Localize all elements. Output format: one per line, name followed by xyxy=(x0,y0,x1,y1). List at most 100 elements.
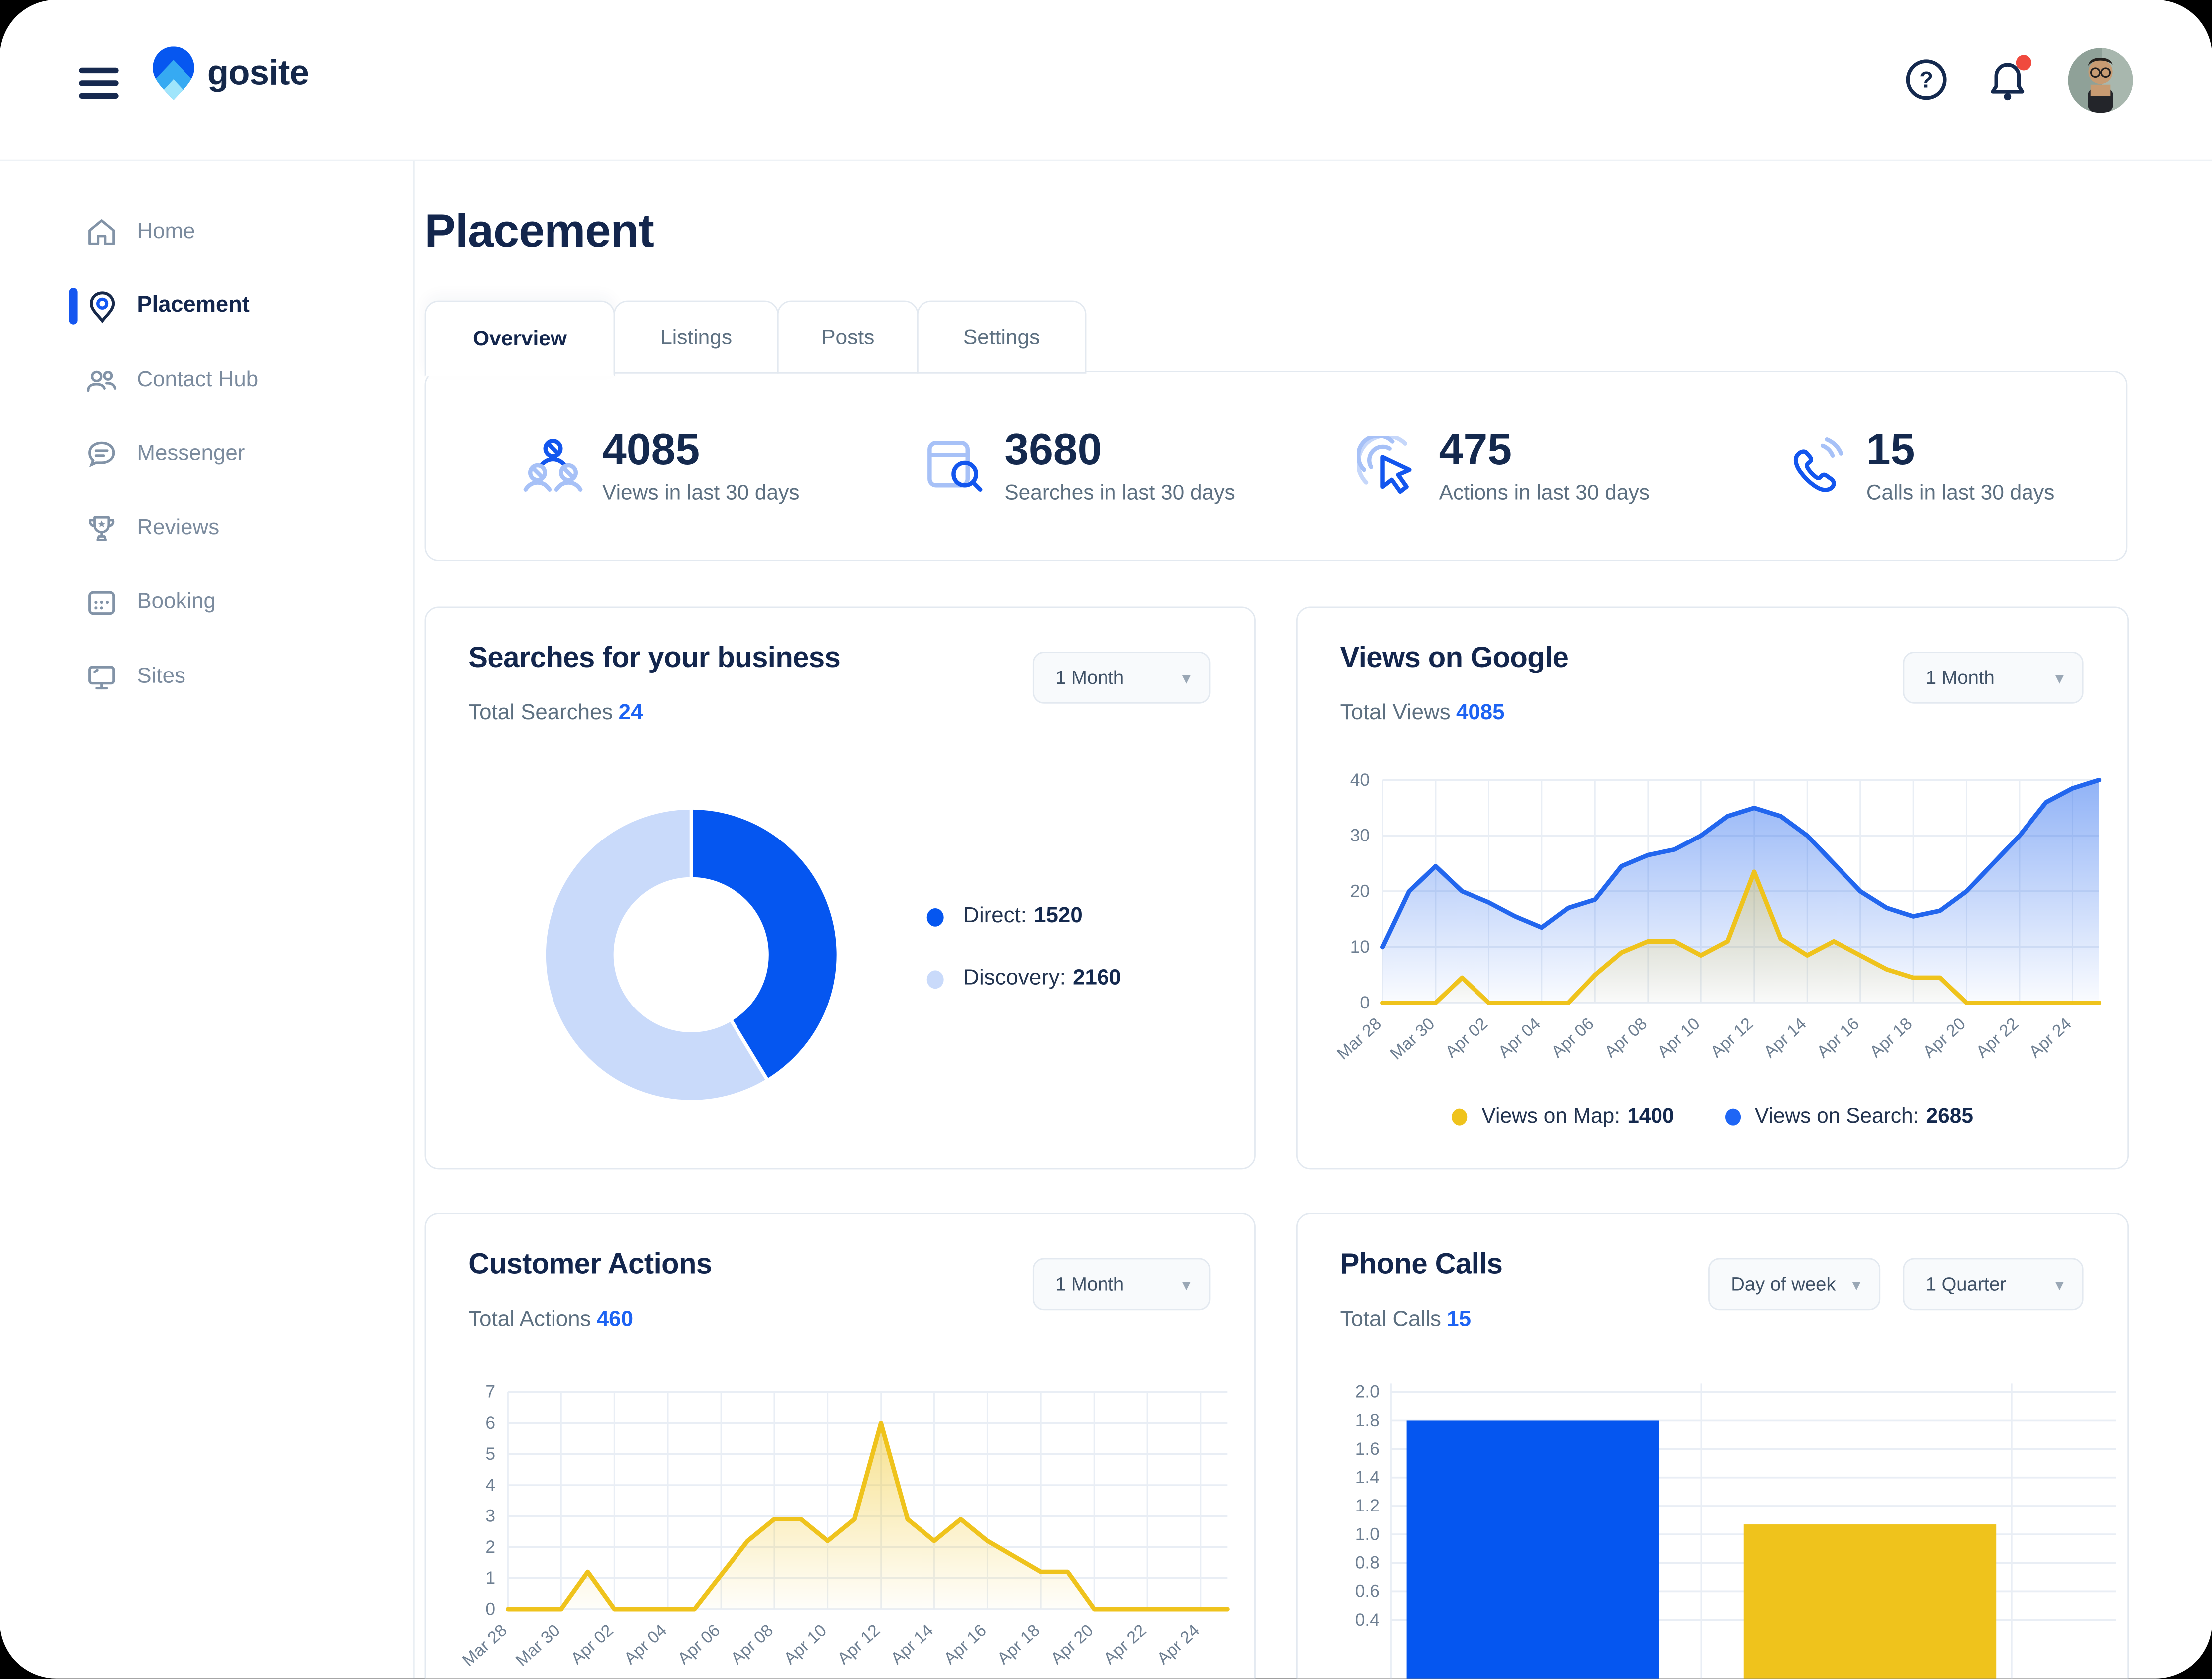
day-of-week-select[interactable]: Day of week▾ xyxy=(1708,1258,1880,1311)
actions-area-chart: 01234567Mar 28Mar 30Apr 02Apr 04Apr 06Ap… xyxy=(460,1366,1244,1678)
chevron-down-icon: ▾ xyxy=(1182,1274,1191,1294)
sidebar-item-reviews[interactable]: Reviews xyxy=(0,500,413,559)
svg-text:Apr 08: Apr 08 xyxy=(727,1621,777,1668)
user-avatar[interactable] xyxy=(2068,47,2133,112)
svg-text:1.2: 1.2 xyxy=(1355,1496,1380,1515)
card-title: Phone Calls xyxy=(1340,1248,1503,1282)
tab-posts[interactable]: Posts xyxy=(777,301,919,374)
listing-search-icon xyxy=(922,435,987,497)
group-icon xyxy=(521,435,585,497)
tab-settings[interactable]: Settings xyxy=(917,301,1086,374)
svg-text:4: 4 xyxy=(485,1475,495,1495)
sidebar-item-messenger[interactable]: Messenger xyxy=(0,425,413,484)
legend-dot-discovery xyxy=(927,970,944,988)
svg-text:40: 40 xyxy=(1350,770,1370,790)
svg-text:Apr 22: Apr 22 xyxy=(1101,1621,1150,1668)
svg-text:2: 2 xyxy=(485,1537,495,1557)
top-bar: gosite ? xyxy=(0,0,2212,161)
sidebar-item-contact-hub[interactable]: Contact Hub xyxy=(0,351,413,410)
stat-label: Calls in last 30 days xyxy=(1866,481,2054,504)
total-calls: Total Calls15 xyxy=(1340,1308,1471,1333)
calendar-icon xyxy=(85,585,119,619)
gosite-pin-icon xyxy=(153,46,195,100)
legend-dot-search xyxy=(1725,1108,1740,1125)
svg-text:10: 10 xyxy=(1350,937,1370,957)
svg-text:Apr 24: Apr 24 xyxy=(1153,1621,1203,1668)
sidebar-item-booking[interactable]: Booking xyxy=(0,573,413,632)
svg-text:30: 30 xyxy=(1350,826,1370,845)
stat-calls: 15 Calls in last 30 days xyxy=(1785,372,2055,560)
quarter-select[interactable]: 1 Quarter▾ xyxy=(1903,1258,2083,1311)
svg-text:1.8: 1.8 xyxy=(1355,1411,1380,1430)
sidebar-item-sites[interactable]: Sites xyxy=(0,648,413,707)
svg-text:0.8: 0.8 xyxy=(1355,1553,1380,1573)
svg-text:Apr 16: Apr 16 xyxy=(940,1621,990,1668)
brand-name: gosite xyxy=(207,53,309,94)
period-select[interactable]: 1 Month▾ xyxy=(1903,652,2083,704)
home-icon xyxy=(85,216,119,250)
brand-logo[interactable]: gosite xyxy=(153,46,309,100)
sidebar-item-placement[interactable]: Placement xyxy=(0,277,413,336)
svg-text:Apr 08: Apr 08 xyxy=(1601,1014,1651,1061)
chevron-down-icon: ▾ xyxy=(2055,668,2064,688)
svg-text:Mar 30: Mar 30 xyxy=(1386,1014,1438,1063)
total-searches: Total Searches24 xyxy=(468,701,643,726)
svg-text:Apr 16: Apr 16 xyxy=(1813,1014,1863,1061)
svg-text:0: 0 xyxy=(485,1599,495,1619)
hamburger-menu-icon[interactable] xyxy=(79,61,118,98)
donut-legend: Direct:1520 Discovery:2160 xyxy=(927,904,1121,1028)
svg-text:Apr 06: Apr 06 xyxy=(1548,1014,1598,1061)
card-title: Views on Google xyxy=(1340,642,1569,675)
chevron-down-icon: ▾ xyxy=(1852,1274,1861,1294)
svg-text:Apr 20: Apr 20 xyxy=(1919,1014,1969,1061)
svg-text:Apr 12: Apr 12 xyxy=(834,1621,884,1668)
active-indicator xyxy=(69,288,78,325)
monitor-icon xyxy=(85,660,119,694)
card-title: Customer Actions xyxy=(468,1248,712,1282)
period-select[interactable]: 1 Month▾ xyxy=(1033,1258,1210,1311)
svg-text:Apr 06: Apr 06 xyxy=(674,1621,724,1668)
total-views: Total Views4085 xyxy=(1340,701,1505,726)
bell-icon[interactable] xyxy=(1986,58,2028,101)
svg-text:1.0: 1.0 xyxy=(1355,1524,1380,1544)
svg-text:Apr 24: Apr 24 xyxy=(2026,1014,2075,1061)
tab-listings[interactable]: Listings xyxy=(614,301,779,374)
stats-summary-panel: 4085Views in last 30 days 3680Searches i… xyxy=(425,371,2128,561)
svg-text:3: 3 xyxy=(485,1507,495,1526)
tab-overview[interactable]: Overview xyxy=(425,301,615,377)
screen: gosite ? xyxy=(0,0,2212,1679)
period-select[interactable]: 1 Month▾ xyxy=(1033,652,1210,704)
card-customer-actions: Customer Actions Total Actions460 1 Mont… xyxy=(425,1213,1256,1679)
svg-text:Mar 28: Mar 28 xyxy=(460,1621,511,1670)
legend-dot-direct xyxy=(927,908,944,926)
legend-dot-map xyxy=(1452,1108,1468,1125)
stat-actions: 475 Actions in last 30 days xyxy=(1357,372,1650,560)
sidebar-nav: Home Placement Contact Hub Messenger Rev… xyxy=(0,160,415,1679)
svg-text:Apr 14: Apr 14 xyxy=(1760,1014,1810,1061)
svg-text:5: 5 xyxy=(485,1444,495,1464)
stat-label: Actions in last 30 days xyxy=(1439,481,1650,504)
svg-text:Apr 02: Apr 02 xyxy=(1442,1014,1491,1061)
svg-text:2.0: 2.0 xyxy=(1355,1382,1380,1402)
stat-value: 475 xyxy=(1439,428,1650,474)
svg-text:Apr 04: Apr 04 xyxy=(621,1621,671,1668)
notification-badge xyxy=(2016,54,2031,70)
sidebar-item-home[interactable]: Home xyxy=(0,203,413,262)
chevron-down-icon: ▾ xyxy=(1182,668,1191,688)
searches-donut-chart xyxy=(536,800,846,1110)
card-searches-for-business: Searches for your business Total Searche… xyxy=(425,607,1256,1170)
stat-value: 15 xyxy=(1866,428,2054,474)
svg-text:Apr 20: Apr 20 xyxy=(1047,1621,1097,1668)
svg-text:6: 6 xyxy=(485,1413,495,1433)
views-legend: Views on Map:1400 Views on Search:2685 xyxy=(1298,1104,2128,1128)
map-pin-icon xyxy=(85,289,119,323)
stat-label: Searches in last 30 days xyxy=(1004,481,1235,504)
svg-text:Apr 12: Apr 12 xyxy=(1707,1014,1757,1061)
svg-text:Apr 10: Apr 10 xyxy=(1654,1014,1704,1061)
stat-views: 4085Views in last 30 days xyxy=(521,372,800,560)
card-title: Searches for your business xyxy=(468,642,840,675)
help-icon[interactable]: ? xyxy=(1904,58,1947,101)
stat-value: 4085 xyxy=(602,428,800,474)
svg-text:Apr 10: Apr 10 xyxy=(780,1621,830,1668)
svg-text:0: 0 xyxy=(1360,993,1370,1012)
